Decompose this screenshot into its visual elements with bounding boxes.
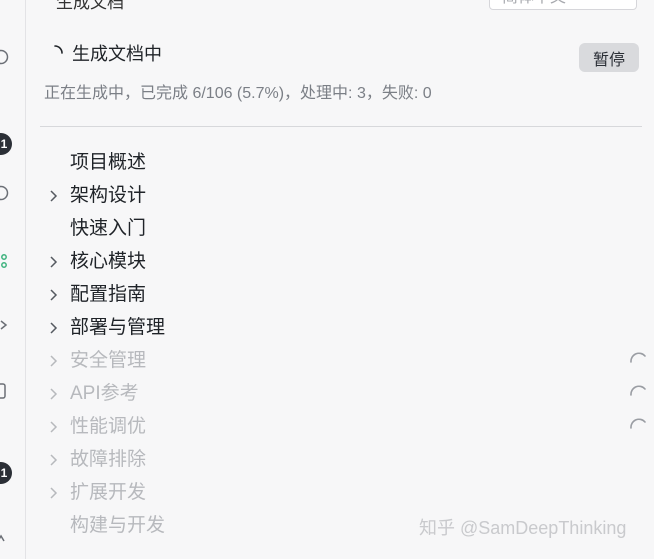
tree-item-label: 部署与管理	[70, 317, 166, 338]
updates-badge: 1	[0, 462, 12, 484]
tree-item-label: 快速入门	[70, 218, 147, 239]
tree-item-label: 架构设计	[70, 185, 147, 206]
tree-item-label: 核心模块	[70, 251, 147, 272]
language-select[interactable]: 简体中文	[489, 0, 637, 10]
chevron-right-icon[interactable]	[46, 188, 62, 204]
progress-text: 正在生成中，已完成 6/106 (5.7%)，处理中: 3，失败: 0	[44, 85, 432, 102]
chevron-right-icon[interactable]	[46, 452, 62, 468]
chevron-right-icon[interactable]	[46, 254, 62, 270]
status-title: 生成文档中	[72, 44, 162, 64]
chevron-right-icon[interactable]	[46, 320, 62, 336]
notification-badge: 1	[0, 133, 12, 155]
explorer-icon[interactable]	[0, 184, 10, 202]
tree-item[interactable]: 项目概述	[40, 147, 646, 180]
tree-item-label: 配置指南	[70, 284, 147, 305]
tree-item-label: 性能调优	[70, 416, 147, 437]
run-icon[interactable]	[0, 316, 10, 334]
tree-item[interactable]: 架构设计	[40, 180, 646, 213]
extensions-icon[interactable]	[0, 382, 10, 400]
loading-spinner-icon	[630, 352, 646, 363]
tree-item[interactable]: 配置指南	[40, 279, 646, 312]
loading-spinner-icon	[630, 418, 646, 429]
tree-item-label: API参考	[70, 383, 139, 404]
loading-spinner-icon	[630, 385, 646, 396]
generation-status: 生成文档中	[46, 40, 162, 66]
tree-item[interactable]: 故障排除	[40, 444, 646, 477]
docs-panel: 生成文档 简体中文 生成文档中 暂停 正在生成中，已完成 6/106 (5.7%…	[26, 0, 654, 559]
chevron-right-icon[interactable]	[46, 353, 62, 369]
chevron-right-icon[interactable]	[46, 419, 62, 435]
account-icon[interactable]	[0, 528, 10, 546]
divider	[40, 126, 642, 127]
tree-item[interactable]: 部署与管理	[40, 312, 646, 345]
history-icon[interactable]	[0, 48, 10, 66]
tree-item-label: 构建与开发	[70, 515, 166, 536]
panel-title: 生成文档	[56, 0, 124, 12]
chevron-right-icon[interactable]	[46, 386, 62, 402]
tree-item[interactable]: API参考	[40, 378, 646, 411]
loading-spinner-icon	[54, 45, 63, 54]
pause-button[interactable]: 暂停	[579, 43, 639, 72]
chevron-right-icon[interactable]	[46, 287, 62, 303]
tree-item[interactable]: 快速入门	[40, 213, 646, 246]
activity-bar: 1 1	[0, 0, 26, 559]
watermark: 知乎 @SamDeepThinking	[419, 518, 627, 538]
tree-item[interactable]: 核心模块	[40, 246, 646, 279]
tree-item-label: 故障排除	[70, 449, 147, 470]
tree-item[interactable]: 扩展开发	[40, 477, 646, 510]
tree-item-label: 安全管理	[70, 350, 147, 371]
source-control-icon[interactable]	[0, 252, 10, 270]
chevron-right-icon[interactable]	[46, 485, 62, 501]
tree-item-label: 项目概述	[70, 152, 147, 173]
tree-item-label: 扩展开发	[70, 482, 147, 503]
doc-tree: 项目概述架构设计快速入门核心模块配置指南部署与管理安全管理 API参考性能调优故障…	[40, 147, 646, 543]
tree-item[interactable]: 性能调优	[40, 411, 646, 444]
tree-item[interactable]: 安全管理	[40, 345, 646, 378]
